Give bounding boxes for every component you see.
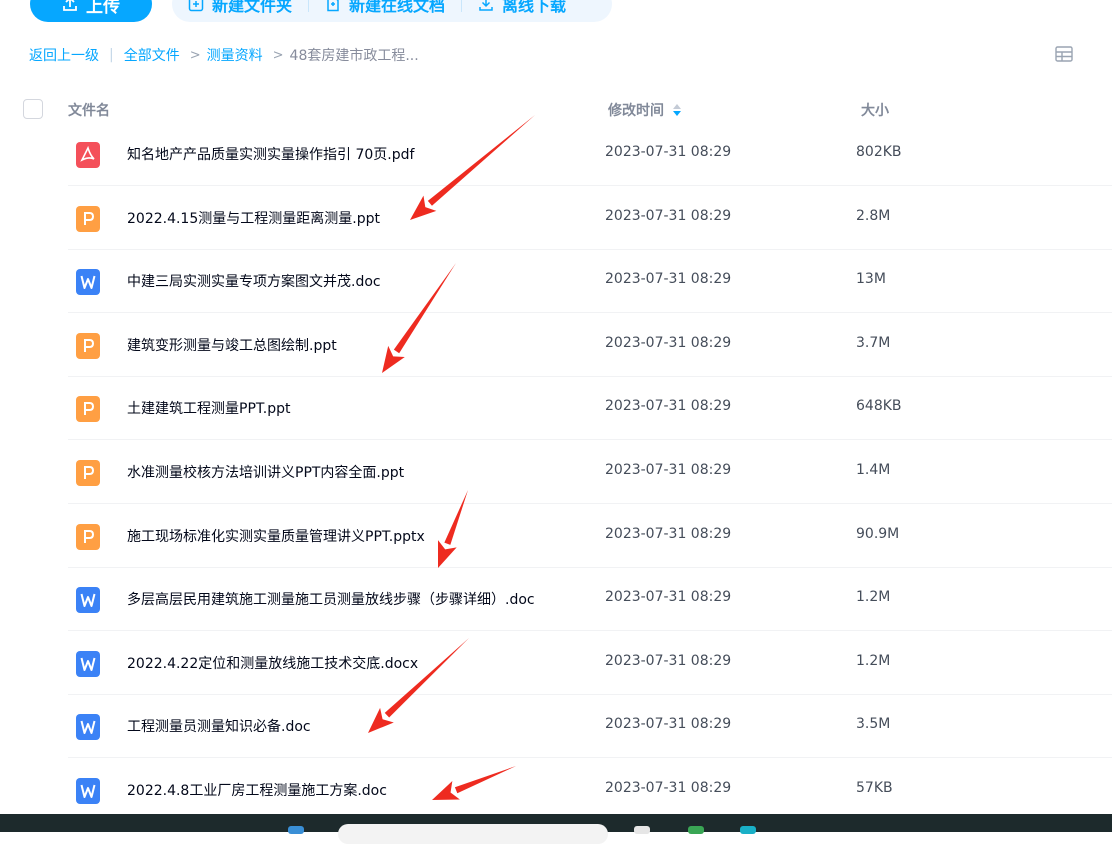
file-size: 90.9M: [856, 525, 900, 542]
os-taskbar: [0, 814, 1112, 844]
file-name[interactable]: 建筑变形测量与竣工总图绘制.ppt: [127, 335, 337, 355]
file-size: 802KB: [856, 144, 902, 160]
ppt-icon: [76, 396, 100, 423]
file-modified-time: 2023-07-31 08:29: [605, 144, 732, 160]
start-icon[interactable]: [288, 826, 304, 834]
file-size: 1.4M: [856, 462, 891, 478]
file-modified-time: 2023-07-31 08:29: [605, 207, 732, 224]
toolbar: 上传 新建文件夹 新建在线文档 离线下载: [0, 0, 700, 22]
upload-label: 上传: [86, 0, 120, 17]
select-all-checkbox[interactable]: [23, 99, 43, 119]
ppt-icon: [76, 460, 100, 486]
file-size: 57KB: [856, 780, 893, 796]
file-modified-time: 2023-07-31 08:29: [605, 462, 732, 478]
table-row[interactable]: 2022.4.22定位和测量放线施工技术交底.docx 2023-07-31 08…: [68, 631, 1112, 695]
file-name[interactable]: 水准测量校核方法培训讲义PPT内容全面.ppt: [127, 462, 404, 482]
add-folder-icon: [188, 0, 204, 12]
new-folder-label: 新建文件夹: [212, 0, 293, 15]
breadcrumb-current: 48套房建市政工程...: [289, 48, 419, 64]
file-modified-time: 2023-07-31 08:29: [605, 716, 732, 733]
upload-icon: [63, 0, 77, 11]
list-view-icon[interactable]: [1055, 46, 1073, 62]
file-size: 2.8M: [856, 207, 891, 224]
word-icon: [76, 650, 100, 677]
ppt-icon: [76, 523, 100, 550]
word-icon: [76, 714, 100, 741]
file-modified-time: 2023-07-31 08:29: [605, 589, 732, 606]
ppt-icon: [76, 205, 100, 232]
table-row[interactable]: 土建建筑工程测量PPT.ppt 2023-07-31 08:29 648KB: [68, 376, 1112, 441]
file-name[interactable]: 工程测量员测量知识必备.doc: [127, 716, 311, 736]
file-modified-time: 2023-07-31 08:29: [605, 271, 732, 288]
new-doc-icon: [327, 0, 339, 12]
table-row[interactable]: 多层高层民用建筑施工测量施工员测量放线步骤（步骤详细）.doc 2023-07-3…: [68, 567, 1112, 632]
file-size: 1.2M: [856, 589, 891, 606]
breadcrumb-separator: |: [109, 47, 114, 63]
taskbar-app-icon[interactable]: [634, 826, 650, 834]
column-header-modified-label: 修改时间: [608, 103, 664, 119]
pdf-icon: [76, 142, 100, 168]
new-online-doc-label: 新建在线文档: [349, 0, 446, 15]
file-name[interactable]: 2022.4.8工业厂房工程测量施工方案.doc: [127, 780, 387, 800]
sort-icon[interactable]: [672, 103, 682, 117]
new-online-doc-button[interactable]: 新建在线文档: [309, 0, 461, 22]
file-size: 1.2M: [856, 652, 891, 669]
breadcrumb-all-files-link[interactable]: 全部文件: [124, 45, 180, 65]
file-size: 648KB: [856, 398, 902, 415]
file-modified-time: 2023-07-31 08:29: [605, 525, 732, 542]
table-row[interactable]: 知名地产产品质量实测实量操作指引 70页.pdf 2023-07-31 08:29…: [68, 122, 1112, 186]
offline-download-button[interactable]: 离线下载: [462, 0, 582, 22]
chevron-right-icon: >: [189, 47, 201, 63]
toolbar-button-group: 新建文件夹 新建在线文档 离线下载: [172, 0, 612, 22]
file-modified-time: 2023-07-31 08:29: [605, 652, 732, 669]
taskbar-app-icon[interactable]: [688, 826, 704, 834]
file-name[interactable]: 2022.4.15测量与工程测量距离测量.ppt: [127, 208, 380, 228]
file-size: 13M: [856, 271, 886, 288]
file-name[interactable]: 土建建筑工程测量PPT.ppt: [127, 398, 291, 418]
file-name[interactable]: 知名地产产品质量实测实量操作指引 70页.pdf: [127, 144, 414, 164]
table-row[interactable]: 建筑变形测量与竣工总图绘制.ppt 2023-07-31 08:29 3.7M: [68, 313, 1112, 377]
ppt-icon: [76, 332, 100, 359]
column-header-size[interactable]: 大小: [861, 100, 889, 120]
upload-button[interactable]: 上传: [30, 0, 152, 22]
breadcrumb-back-link[interactable]: 返回上一级: [29, 45, 99, 65]
word-icon: [76, 587, 100, 614]
word-icon: [76, 269, 100, 296]
breadcrumb: 返回上一级 | 全部文件 > 测量资料 > 48套房建市政工程...: [29, 45, 419, 65]
table-row[interactable]: 工程测量员测量知识必备.doc 2023-07-31 08:29 3.5M: [68, 694, 1112, 759]
table-row[interactable]: 2022.4.15测量与工程测量距离测量.ppt 2023-07-31 08:29…: [68, 186, 1112, 250]
file-name[interactable]: 施工现场标准化实测实量质量管理讲义PPT.pptx: [127, 526, 425, 546]
file-size: 3.5M: [856, 716, 891, 733]
file-name[interactable]: 中建三局实测实量专项方案图文并茂.doc: [127, 271, 381, 291]
taskbar-search-box[interactable]: [338, 824, 608, 844]
file-modified-time: 2023-07-31 08:29: [605, 398, 732, 415]
word-icon: [76, 778, 100, 804]
table-row[interactable]: 2022.4.8工业厂房工程测量施工方案.doc 2023-07-31 08:29…: [68, 758, 1112, 822]
new-folder-button[interactable]: 新建文件夹: [172, 0, 308, 22]
taskbar-app-icon[interactable]: [740, 826, 756, 834]
table-row[interactable]: 施工现场标准化实测实量质量管理讲义PPT.pptx 2023-07-31 08:2…: [68, 504, 1112, 568]
offline-download-label: 离线下载: [502, 0, 567, 15]
chevron-right-icon: >: [272, 47, 284, 63]
column-header-modified[interactable]: 修改时间: [608, 100, 682, 120]
download-icon: [479, 0, 493, 11]
file-name[interactable]: 2022.4.22定位和测量放线施工技术交底.docx: [127, 653, 418, 673]
file-name[interactable]: 多层高层民用建筑施工测量施工员测量放线步骤（步骤详细）.doc: [127, 589, 535, 609]
file-size: 3.7M: [856, 334, 891, 351]
file-modified-time: 2023-07-31 08:29: [605, 334, 732, 351]
table-row[interactable]: 水准测量校核方法培训讲义PPT内容全面.ppt 2023-07-31 08:29 1…: [68, 440, 1112, 504]
table-row[interactable]: 中建三局实测实量专项方案图文并茂.doc 2023-07-31 08:29 13M: [68, 249, 1112, 314]
column-header-name[interactable]: 文件名: [68, 100, 110, 120]
breadcrumb-folder-link[interactable]: 测量资料: [207, 45, 263, 65]
file-modified-time: 2023-07-31 08:29: [605, 780, 732, 796]
